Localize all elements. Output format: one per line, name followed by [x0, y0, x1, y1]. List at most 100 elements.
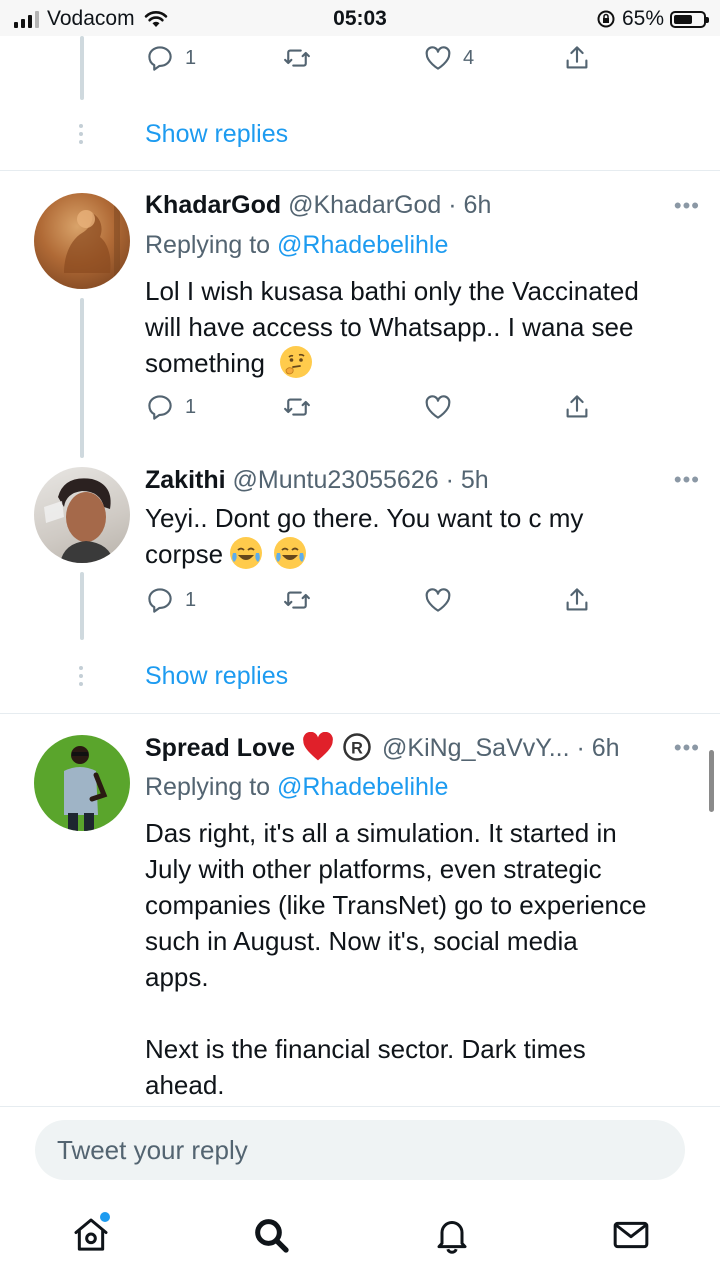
more-options-icon[interactable]: •••: [674, 193, 700, 219]
thread-line: [80, 572, 84, 640]
tweet-actions: 1 4: [145, 43, 605, 77]
scrollbar[interactable]: [709, 750, 714, 812]
tweet-text-line: Yeyi.. Dont go there. You want to c my: [145, 503, 584, 533]
retweet-button[interactable]: [282, 43, 312, 73]
reply-icon: [148, 46, 172, 71]
tweet-actions: 1: [145, 585, 605, 619]
new-content-dot: [100, 1212, 110, 1222]
tweet-text-line: corpse: [145, 539, 224, 569]
share-button[interactable]: [562, 585, 592, 615]
avatar[interactable]: [34, 193, 130, 289]
heart-icon: [425, 46, 451, 70]
tab-bar: [0, 1205, 720, 1275]
replying-to: Replying to @Rhadebelihle: [145, 231, 448, 260]
avatar-image: [64, 203, 120, 279]
tears-of-joy-icon: [273, 537, 306, 569]
more-options-icon[interactable]: •••: [674, 735, 700, 761]
svg-text:R: R: [351, 739, 363, 757]
battery-icon: [670, 10, 709, 28]
status-bar: Vodacom 05:03 65%: [0, 0, 720, 36]
show-replies-link[interactable]: Show replies: [145, 120, 288, 149]
thread-line: [80, 36, 84, 100]
tweet-text-line: July with other platforms, even strategi…: [145, 854, 602, 884]
share-button[interactable]: [562, 392, 592, 422]
avatar-image: [44, 478, 114, 563]
tweet-text-line-wrap: corpse: [145, 536, 690, 572]
tab-notifications[interactable]: [432, 1215, 472, 1255]
handle-time[interactable]: @Muntu23055626 · 5h: [233, 466, 489, 494]
retweet-button[interactable]: [282, 585, 312, 615]
display-name[interactable]: Spread Love: [145, 734, 295, 762]
avatar-image: [64, 746, 108, 831]
tab-search[interactable]: [251, 1215, 291, 1255]
like-count: 4: [463, 46, 475, 69]
avatar[interactable]: [34, 735, 130, 831]
more-replies-dots: [79, 666, 83, 686]
like-button[interactable]: [423, 392, 453, 422]
replying-to-label: Replying to: [145, 773, 271, 801]
reply-icon: [148, 395, 172, 420]
reply-icon: [148, 588, 172, 613]
author-line: KhadarGod @KhadarGod · 6h: [145, 191, 491, 220]
share-icon: [566, 395, 588, 418]
tweet-text-line-wrap: something: [145, 345, 690, 381]
battery-percent: 65%: [621, 7, 664, 30]
retweet-icon: [284, 398, 310, 416]
divider: [0, 170, 720, 171]
show-replies-link[interactable]: Show replies: [145, 662, 288, 691]
share-icon: [566, 588, 588, 611]
tweet-text-line: ahead.: [145, 1070, 225, 1100]
reply-button[interactable]: 1: [145, 43, 196, 73]
mention-link[interactable]: @Rhadebelihle: [277, 773, 448, 801]
tab-home[interactable]: [71, 1212, 111, 1255]
author-line: Zakithi @Muntu23055626 · 5h: [145, 466, 489, 495]
tweet-text-line: such in August. Now it's, social media: [145, 926, 578, 956]
retweet-button[interactable]: [282, 392, 312, 422]
avatar[interactable]: [34, 467, 130, 563]
share-button[interactable]: [562, 43, 592, 73]
reply-input[interactable]: [35, 1120, 685, 1180]
tears-of-joy-icon: [230, 537, 263, 569]
display-name[interactable]: Zakithi: [145, 466, 226, 494]
handle-time[interactable]: @KiNg_SaVvY... · 6h: [382, 734, 620, 762]
thread-line: [80, 298, 84, 458]
retweet-icon: [284, 49, 310, 67]
tab-messages[interactable]: [611, 1215, 651, 1255]
tweet-text-line: apps.: [145, 962, 209, 992]
tweet-text: Yeyi.. Dont go there. You want to c my c…: [145, 500, 690, 572]
messages-icon: [613, 1221, 649, 1249]
registered-icon: R: [343, 733, 371, 761]
retweet-icon: [284, 591, 310, 609]
like-button[interactable]: 4: [423, 43, 474, 73]
battery-group: 65%: [596, 7, 709, 31]
tweet-text: Lol I wish kusasa bathi only the Vaccina…: [145, 273, 690, 381]
orientation-lock-icon: [597, 10, 615, 28]
share-icon: [566, 46, 588, 69]
thinking-face-icon: [280, 346, 313, 378]
display-name[interactable]: KhadarGod: [145, 191, 281, 219]
like-button[interactable]: [423, 585, 453, 615]
red-heart-icon: [303, 731, 333, 761]
tweet-text-line: Next is the financial sector. Dark times: [145, 1034, 586, 1064]
tweet-text: Das right, it's all a simulation. It sta…: [145, 815, 690, 1103]
handle-time[interactable]: @KhadarGod · 6h: [288, 191, 491, 219]
search-icon: [255, 1219, 289, 1253]
reply-count: 1: [185, 46, 197, 69]
tweet-text-line: companies (like TransNet) go to experien…: [145, 890, 647, 920]
reply-count: 1: [185, 395, 197, 418]
reply-button[interactable]: 1: [145, 392, 196, 422]
divider: [0, 713, 720, 714]
tweet-text-line: Das right, it's all a simulation. It sta…: [145, 818, 617, 848]
mention-link[interactable]: @Rhadebelihle: [277, 231, 448, 259]
tweet-text-line: Lol I wish kusasa bathi only the Vaccina…: [145, 276, 639, 306]
heart-icon: [425, 395, 451, 419]
replying-to-label: Replying to: [145, 231, 271, 259]
heart-icon: [425, 588, 451, 612]
reply-button[interactable]: 1: [145, 585, 196, 615]
reply-count: 1: [185, 588, 197, 611]
more-replies-dots: [79, 124, 83, 144]
notifications-icon: [437, 1221, 467, 1254]
more-options-icon[interactable]: •••: [674, 467, 700, 493]
tweet-text-line: something: [145, 348, 265, 378]
